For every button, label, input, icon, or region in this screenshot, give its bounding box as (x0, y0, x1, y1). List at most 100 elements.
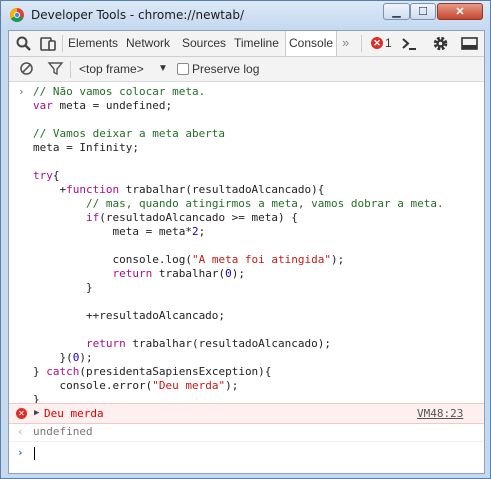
close-button[interactable]: ✕ (437, 3, 483, 20)
input-prompt-icon: › (17, 446, 24, 459)
code-token: trabalhar(resultadoAlcancado); (125, 337, 332, 350)
frame-selector[interactable]: <top frame> (79, 57, 144, 81)
console-result: ‹ undefined (9, 423, 484, 442)
error-icon: ✕ (16, 408, 27, 419)
gear-icon[interactable] (432, 35, 449, 52)
devtools-panel: Elements Network Sources Timeline Consol… (8, 30, 485, 474)
console-code-entry: › // Não vamos colocar meta. var meta = un… (9, 85, 484, 407)
code-token: } (33, 365, 47, 378)
tab-network[interactable]: Network (126, 31, 170, 56)
minimize-button[interactable]: ▁ (383, 3, 410, 20)
code-line: console.error("Deu merda"); (9, 379, 484, 393)
window-title: Developer Tools - chrome://newtab/ (31, 8, 244, 22)
code-token: meta = Infinity; (33, 141, 139, 154)
console-output[interactable]: › // Não vamos colocar meta. var meta = un… (9, 82, 484, 473)
code-line: var meta = undefined; (9, 99, 484, 113)
tab-timeline[interactable]: Timeline (234, 31, 279, 56)
text-caret (34, 447, 35, 460)
code-token: } (33, 281, 93, 294)
code-line: meta = meta*2; (9, 225, 484, 239)
code-line: if(resultadoAlcancado >= meta) { (9, 211, 484, 225)
code-line: console.log("A meta foi atingida"); (9, 253, 484, 267)
minimize-icon: ▁ (392, 6, 401, 18)
tab-sources[interactable]: Sources (182, 31, 226, 56)
code-line: // Vamos deixar a meta aberta (9, 127, 484, 141)
inspect-icon[interactable] (15, 35, 32, 52)
console-drawer-icon[interactable] (401, 35, 418, 52)
code-token: ); (231, 267, 245, 280)
code-token: function (66, 183, 120, 196)
code-line: +function trabalhar(resultadoAlcancado){ (9, 183, 484, 197)
code-token: (presidentaSapiensException){ (79, 365, 272, 378)
code-token: console.error( (33, 379, 153, 392)
code-prompt-icon: › (18, 85, 25, 98)
code-token: // Não vamos colocar meta. (33, 85, 206, 98)
code-token: ); (225, 379, 239, 392)
code-line: // mas, quando atingirmos a meta, vamos … (9, 197, 484, 211)
result-value: undefined (33, 425, 93, 438)
code-line: ++resultadoAlcancado; (9, 309, 484, 323)
code-token: trabalhar(resultadoAlcancado){ (119, 183, 325, 196)
toolbar-divider (361, 35, 362, 52)
code-token: trabalhar( (152, 267, 226, 280)
code-token: ); (331, 253, 345, 266)
code-line: › // Não vamos colocar meta. (9, 85, 484, 99)
code-token: var (33, 99, 53, 112)
code-token: + (33, 183, 67, 196)
code-token: meta = undefined; (52, 99, 173, 112)
code-line: return trabalhar(0); (9, 267, 484, 281)
toolbar-divider (70, 61, 71, 78)
title-bar: Developer Tools - chrome://newtab/ ▁ ☐ ✕ (1, 1, 490, 30)
devtools-window: Developer Tools - chrome://newtab/ ▁ ☐ ✕… (0, 0, 491, 479)
result-prompt-icon: ‹ (17, 425, 24, 438)
code-token: return (85, 337, 126, 350)
tab-console[interactable]: Console (285, 31, 338, 56)
code-line: } catch(presidentaSapiensException){ (9, 365, 484, 379)
close-icon: ✕ (455, 6, 465, 18)
console-input[interactable]: › (9, 443, 484, 463)
clear-icon[interactable] (18, 60, 35, 77)
code-line: return trabalhar(resultadoAlcancado); (9, 337, 484, 351)
code-line: } (9, 281, 484, 295)
code-token: meta = meta* (33, 225, 192, 238)
preserve-log-label[interactable]: Preserve log (192, 57, 259, 81)
code-token: (resultadoAlcancado >= meta) { (99, 211, 298, 224)
code-token: { (52, 169, 60, 182)
code-token: ); (79, 351, 93, 364)
error-count[interactable]: 1 (385, 31, 392, 56)
code-token: ++resultadoAlcancado; (33, 309, 226, 322)
error-icon[interactable]: ✕ (371, 37, 383, 49)
expand-triangle-icon[interactable]: ▶ (34, 404, 39, 423)
code-token: "Deu merda" (152, 379, 226, 392)
code-token: try (33, 169, 53, 182)
console-error-message[interactable]: ✕ ▶ Deu merda VM48:23 (9, 403, 484, 424)
more-tabs-button[interactable]: » (342, 31, 349, 55)
tab-elements[interactable]: Elements (68, 31, 118, 56)
code-token: 2 (191, 225, 199, 238)
toolbar-divider (62, 35, 63, 52)
error-source-link[interactable]: VM48:23 (417, 404, 463, 423)
maximize-button[interactable]: ☐ (410, 3, 436, 20)
code-token: }( (33, 351, 73, 364)
chrome-logo-icon (10, 8, 24, 22)
code-line: meta = Infinity; (9, 141, 484, 155)
code-token: catch (46, 365, 80, 378)
console-filter-bar: <top frame> ▼ Preserve log (9, 57, 484, 82)
code-token: // Vamos deixar a meta aberta (33, 127, 226, 140)
code-token: console.log( (33, 253, 192, 266)
dock-icon[interactable] (461, 35, 478, 52)
chevron-down-icon[interactable]: ▼ (158, 57, 168, 81)
filter-icon[interactable] (47, 60, 64, 77)
preserve-log-checkbox[interactable] (177, 63, 189, 75)
code-token: if (85, 211, 100, 224)
device-icon[interactable] (40, 35, 57, 52)
error-text: Deu merda (44, 407, 104, 420)
